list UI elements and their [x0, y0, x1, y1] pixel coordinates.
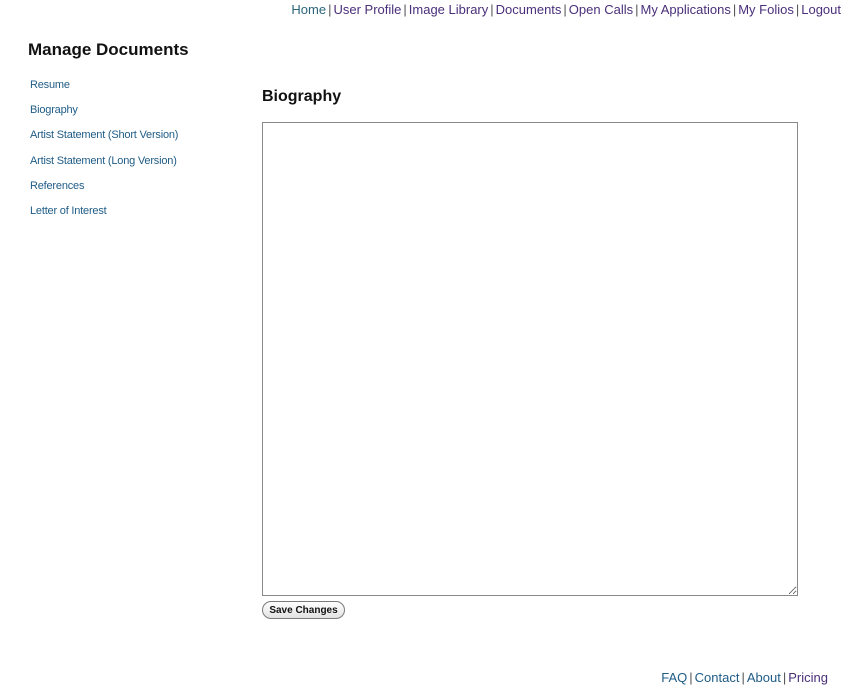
footer-separator: |	[689, 670, 693, 685]
footer-link-pricing[interactable]: Pricing	[788, 670, 828, 685]
document-title: Biography	[262, 88, 342, 105]
list-item: Letter of Interest	[30, 201, 178, 226]
nav-separator: |	[403, 2, 407, 17]
sidebar-item-references[interactable]: References	[30, 180, 84, 192]
sidebar-item-letter-of-interest[interactable]: Letter of Interest	[30, 205, 107, 217]
sidebar-title: Manage Documents	[28, 40, 189, 59]
sidebar-item-artist-statement-short[interactable]: Artist Statement (Short Version)	[30, 129, 178, 141]
footer-navigation: FAQ | Contact | About | Pricing	[661, 670, 828, 685]
nav-link-my-folios[interactable]: My Folios	[738, 2, 794, 17]
nav-separator: |	[563, 2, 567, 17]
sidebar-item-artist-statement-long[interactable]: Artist Statement (Long Version)	[30, 155, 177, 167]
nav-link-image-library[interactable]: Image Library	[409, 2, 488, 17]
list-item: Biography	[30, 100, 178, 125]
biography-textarea[interactable]	[262, 122, 798, 596]
nav-link-home[interactable]: Home	[291, 2, 326, 17]
list-item: Resume	[30, 75, 178, 100]
save-changes-button[interactable]: Save Changes	[262, 601, 345, 619]
nav-link-my-applications[interactable]: My Applications	[641, 2, 731, 17]
footer-separator: |	[741, 670, 745, 685]
top-navigation: Home | User Profile | Image Library | Document…	[291, 2, 841, 17]
nav-link-user-profile[interactable]: User Profile	[333, 2, 401, 17]
nav-separator: |	[635, 2, 639, 17]
nav-link-logout[interactable]: Logout	[801, 2, 841, 17]
nav-separator: |	[490, 2, 494, 17]
list-item: Artist Statement (Short Version)	[30, 125, 178, 150]
sidebar-item-resume[interactable]: Resume	[30, 79, 70, 91]
footer-link-faq[interactable]: FAQ	[661, 670, 687, 685]
page: Home | User Profile | Image Library | Document…	[0, 0, 851, 692]
footer-link-about[interactable]: About	[747, 670, 781, 685]
nav-link-documents[interactable]: Documents	[496, 2, 562, 17]
document-type-list: Resume Biography Artist Statement (Short…	[30, 75, 178, 226]
footer-link-contact[interactable]: Contact	[695, 670, 740, 685]
list-item: Artist Statement (Long Version)	[30, 151, 178, 176]
list-item: References	[30, 176, 178, 201]
sidebar-item-biography[interactable]: Biography	[30, 104, 78, 116]
nav-link-open-calls[interactable]: Open Calls	[569, 2, 633, 17]
